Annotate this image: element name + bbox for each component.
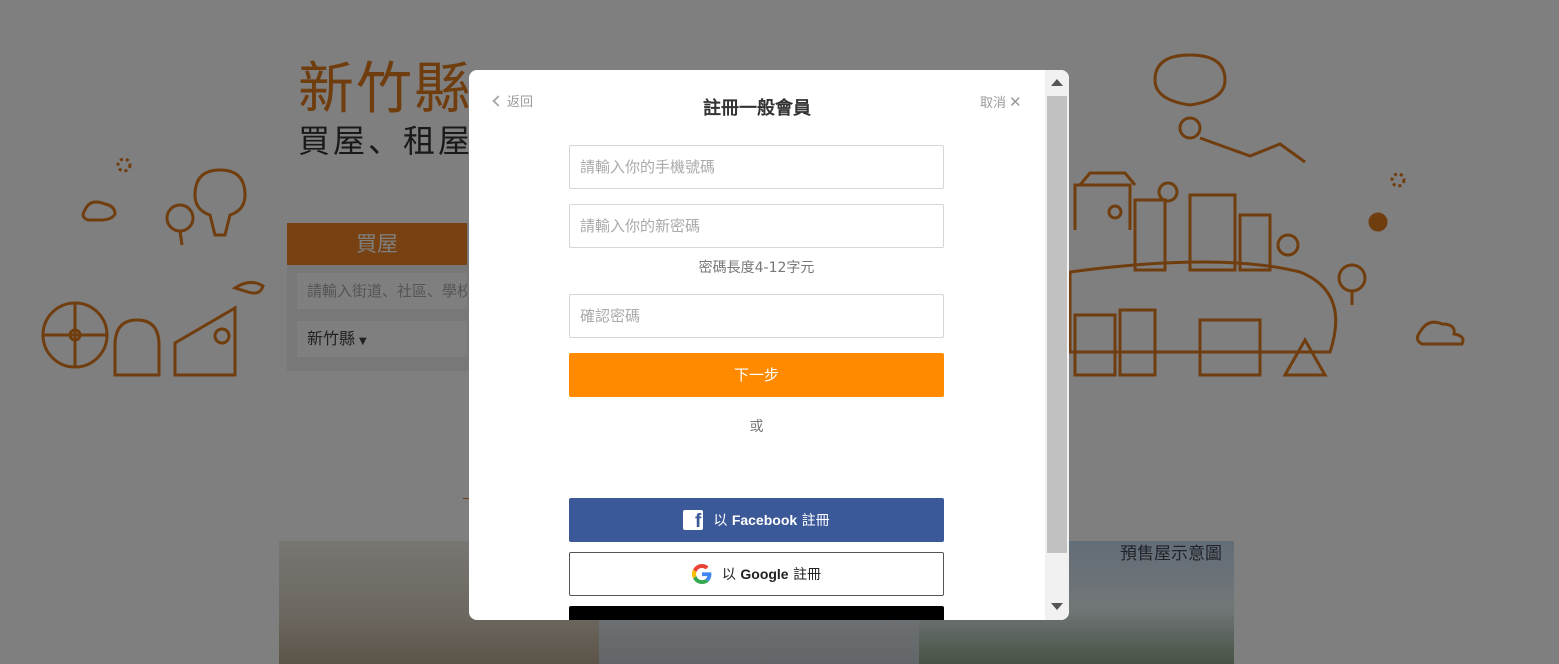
- google-icon: [691, 564, 712, 584]
- scroll-up-arrow[interactable]: [1051, 79, 1063, 86]
- new-password-input[interactable]: [569, 204, 944, 248]
- facebook-icon: f: [683, 510, 704, 532]
- cancel-button[interactable]: 取消 ✕: [980, 92, 1022, 111]
- scroll-thumb[interactable]: [1047, 96, 1067, 553]
- google-button-label: 以 Google 註冊: [721, 566, 822, 583]
- google-register-button[interactable]: 以 Google 註冊: [569, 552, 944, 596]
- modal-content: 返回 註冊一般會員 取消✕ 密碼長度4-12字元 下一步 或 f 以 Faceb…: [469, 70, 1045, 620]
- password-hint: 密碼長度4-12字元: [698, 260, 815, 276]
- next-step-button[interactable]: 下一步: [569, 353, 944, 397]
- register-modal: 返回 註冊一般會員 取消✕ 密碼長度4-12字元 下一步 或 f 以 Faceb…: [469, 70, 1069, 620]
- facebook-button-label: 以 Facebook 註冊: [713, 512, 830, 529]
- scroll-down-arrow[interactable]: [1051, 603, 1063, 610]
- close-icon: ✕: [1009, 93, 1022, 111]
- cancel-label: 取消: [980, 96, 1007, 111]
- facebook-register-button[interactable]: f 以 Facebook 註冊: [569, 498, 944, 542]
- modal-scrollbar[interactable]: [1045, 70, 1069, 620]
- apple-register-button[interactable]: [569, 606, 944, 620]
- phone-input[interactable]: [569, 145, 944, 189]
- or-separator: 或: [749, 419, 764, 435]
- modal-title: 註冊一般會員: [703, 98, 811, 119]
- confirm-password-input[interactable]: [569, 294, 944, 338]
